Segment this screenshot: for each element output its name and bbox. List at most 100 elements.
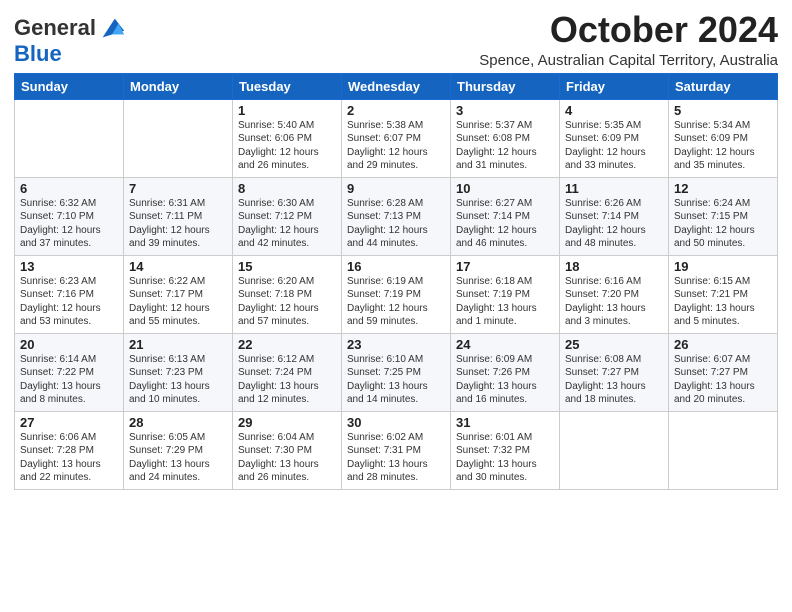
day-number: 2 bbox=[347, 103, 445, 118]
day-number: 21 bbox=[129, 337, 227, 352]
calendar-cell: 31Sunrise: 6:01 AM Sunset: 7:32 PM Dayli… bbox=[451, 411, 560, 489]
calendar-cell: 12Sunrise: 6:24 AM Sunset: 7:15 PM Dayli… bbox=[669, 177, 778, 255]
day-number: 26 bbox=[674, 337, 772, 352]
calendar-cell: 24Sunrise: 6:09 AM Sunset: 7:26 PM Dayli… bbox=[451, 333, 560, 411]
calendar-cell: 26Sunrise: 6:07 AM Sunset: 7:27 PM Dayli… bbox=[669, 333, 778, 411]
header-tuesday: Tuesday bbox=[233, 73, 342, 99]
day-info: Sunrise: 6:12 AM Sunset: 7:24 PM Dayligh… bbox=[238, 353, 336, 407]
month-title: October 2024 bbox=[479, 10, 778, 50]
calendar-cell: 14Sunrise: 6:22 AM Sunset: 7:17 PM Dayli… bbox=[124, 255, 233, 333]
header-wednesday: Wednesday bbox=[342, 73, 451, 99]
header-friday: Friday bbox=[560, 73, 669, 99]
day-info: Sunrise: 6:05 AM Sunset: 7:29 PM Dayligh… bbox=[129, 431, 227, 485]
day-number: 17 bbox=[456, 259, 554, 274]
day-number: 1 bbox=[238, 103, 336, 118]
day-number: 27 bbox=[20, 415, 118, 430]
day-info: Sunrise: 6:09 AM Sunset: 7:26 PM Dayligh… bbox=[456, 353, 554, 407]
calendar-week-4: 20Sunrise: 6:14 AM Sunset: 7:22 PM Dayli… bbox=[15, 333, 778, 411]
calendar-cell: 5Sunrise: 5:34 AM Sunset: 6:09 PM Daylig… bbox=[669, 99, 778, 177]
calendar-cell: 19Sunrise: 6:15 AM Sunset: 7:21 PM Dayli… bbox=[669, 255, 778, 333]
day-number: 30 bbox=[347, 415, 445, 430]
calendar-cell: 29Sunrise: 6:04 AM Sunset: 7:30 PM Dayli… bbox=[233, 411, 342, 489]
day-number: 13 bbox=[20, 259, 118, 274]
day-number: 6 bbox=[20, 181, 118, 196]
calendar-cell: 16Sunrise: 6:19 AM Sunset: 7:19 PM Dayli… bbox=[342, 255, 451, 333]
header: General Blue October 2024 Spence, Austra… bbox=[14, 10, 778, 69]
calendar-cell: 3Sunrise: 5:37 AM Sunset: 6:08 PM Daylig… bbox=[451, 99, 560, 177]
day-info: Sunrise: 6:13 AM Sunset: 7:23 PM Dayligh… bbox=[129, 353, 227, 407]
calendar-cell: 7Sunrise: 6:31 AM Sunset: 7:11 PM Daylig… bbox=[124, 177, 233, 255]
day-number: 9 bbox=[347, 181, 445, 196]
day-info: Sunrise: 6:07 AM Sunset: 7:27 PM Dayligh… bbox=[674, 353, 772, 407]
header-thursday: Thursday bbox=[451, 73, 560, 99]
day-number: 7 bbox=[129, 181, 227, 196]
logo-text-blue: Blue bbox=[14, 41, 62, 66]
day-number: 29 bbox=[238, 415, 336, 430]
calendar-cell: 10Sunrise: 6:27 AM Sunset: 7:14 PM Dayli… bbox=[451, 177, 560, 255]
day-info: Sunrise: 6:06 AM Sunset: 7:28 PM Dayligh… bbox=[20, 431, 118, 485]
day-number: 11 bbox=[565, 181, 663, 196]
day-info: Sunrise: 6:14 AM Sunset: 7:22 PM Dayligh… bbox=[20, 353, 118, 407]
day-info: Sunrise: 6:23 AM Sunset: 7:16 PM Dayligh… bbox=[20, 275, 118, 329]
day-number: 12 bbox=[674, 181, 772, 196]
day-number: 25 bbox=[565, 337, 663, 352]
calendar-cell: 8Sunrise: 6:30 AM Sunset: 7:12 PM Daylig… bbox=[233, 177, 342, 255]
calendar-cell: 23Sunrise: 6:10 AM Sunset: 7:25 PM Dayli… bbox=[342, 333, 451, 411]
day-info: Sunrise: 5:38 AM Sunset: 6:07 PM Dayligh… bbox=[347, 119, 445, 173]
day-info: Sunrise: 6:32 AM Sunset: 7:10 PM Dayligh… bbox=[20, 197, 118, 251]
day-info: Sunrise: 6:30 AM Sunset: 7:12 PM Dayligh… bbox=[238, 197, 336, 251]
day-number: 23 bbox=[347, 337, 445, 352]
calendar-header-row: Sunday Monday Tuesday Wednesday Thursday… bbox=[15, 73, 778, 99]
calendar-cell: 11Sunrise: 6:26 AM Sunset: 7:14 PM Dayli… bbox=[560, 177, 669, 255]
day-info: Sunrise: 6:10 AM Sunset: 7:25 PM Dayligh… bbox=[347, 353, 445, 407]
calendar-cell bbox=[669, 411, 778, 489]
day-info: Sunrise: 6:28 AM Sunset: 7:13 PM Dayligh… bbox=[347, 197, 445, 251]
day-number: 18 bbox=[565, 259, 663, 274]
day-info: Sunrise: 6:26 AM Sunset: 7:14 PM Dayligh… bbox=[565, 197, 663, 251]
day-info: Sunrise: 5:37 AM Sunset: 6:08 PM Dayligh… bbox=[456, 119, 554, 173]
day-info: Sunrise: 6:22 AM Sunset: 7:17 PM Dayligh… bbox=[129, 275, 227, 329]
calendar-week-5: 27Sunrise: 6:06 AM Sunset: 7:28 PM Dayli… bbox=[15, 411, 778, 489]
day-info: Sunrise: 6:24 AM Sunset: 7:15 PM Dayligh… bbox=[674, 197, 772, 251]
calendar: Sunday Monday Tuesday Wednesday Thursday… bbox=[14, 73, 778, 490]
header-monday: Monday bbox=[124, 73, 233, 99]
header-saturday: Saturday bbox=[669, 73, 778, 99]
day-info: Sunrise: 6:04 AM Sunset: 7:30 PM Dayligh… bbox=[238, 431, 336, 485]
day-number: 4 bbox=[565, 103, 663, 118]
day-info: Sunrise: 6:15 AM Sunset: 7:21 PM Dayligh… bbox=[674, 275, 772, 329]
calendar-cell: 17Sunrise: 6:18 AM Sunset: 7:19 PM Dayli… bbox=[451, 255, 560, 333]
logo: General Blue bbox=[14, 14, 126, 66]
day-info: Sunrise: 6:16 AM Sunset: 7:20 PM Dayligh… bbox=[565, 275, 663, 329]
day-number: 14 bbox=[129, 259, 227, 274]
day-info: Sunrise: 5:40 AM Sunset: 6:06 PM Dayligh… bbox=[238, 119, 336, 173]
day-info: Sunrise: 6:08 AM Sunset: 7:27 PM Dayligh… bbox=[565, 353, 663, 407]
day-info: Sunrise: 5:35 AM Sunset: 6:09 PM Dayligh… bbox=[565, 119, 663, 173]
calendar-cell: 25Sunrise: 6:08 AM Sunset: 7:27 PM Dayli… bbox=[560, 333, 669, 411]
day-number: 5 bbox=[674, 103, 772, 118]
day-info: Sunrise: 6:20 AM Sunset: 7:18 PM Dayligh… bbox=[238, 275, 336, 329]
calendar-cell bbox=[15, 99, 124, 177]
calendar-cell: 30Sunrise: 6:02 AM Sunset: 7:31 PM Dayli… bbox=[342, 411, 451, 489]
calendar-week-1: 1Sunrise: 5:40 AM Sunset: 6:06 PM Daylig… bbox=[15, 99, 778, 177]
day-info: Sunrise: 6:02 AM Sunset: 7:31 PM Dayligh… bbox=[347, 431, 445, 485]
day-number: 19 bbox=[674, 259, 772, 274]
title-block: October 2024 Spence, Australian Capital … bbox=[479, 10, 778, 69]
day-number: 31 bbox=[456, 415, 554, 430]
day-number: 15 bbox=[238, 259, 336, 274]
subtitle: Spence, Australian Capital Territory, Au… bbox=[479, 52, 778, 69]
calendar-cell: 9Sunrise: 6:28 AM Sunset: 7:13 PM Daylig… bbox=[342, 177, 451, 255]
calendar-cell: 28Sunrise: 6:05 AM Sunset: 7:29 PM Dayli… bbox=[124, 411, 233, 489]
day-number: 28 bbox=[129, 415, 227, 430]
calendar-cell bbox=[124, 99, 233, 177]
header-sunday: Sunday bbox=[15, 73, 124, 99]
day-number: 3 bbox=[456, 103, 554, 118]
calendar-cell: 27Sunrise: 6:06 AM Sunset: 7:28 PM Dayli… bbox=[15, 411, 124, 489]
calendar-cell: 20Sunrise: 6:14 AM Sunset: 7:22 PM Dayli… bbox=[15, 333, 124, 411]
calendar-cell bbox=[560, 411, 669, 489]
day-info: Sunrise: 6:31 AM Sunset: 7:11 PM Dayligh… bbox=[129, 197, 227, 251]
day-number: 10 bbox=[456, 181, 554, 196]
calendar-cell: 22Sunrise: 6:12 AM Sunset: 7:24 PM Dayli… bbox=[233, 333, 342, 411]
calendar-week-3: 13Sunrise: 6:23 AM Sunset: 7:16 PM Dayli… bbox=[15, 255, 778, 333]
day-number: 8 bbox=[238, 181, 336, 196]
logo-text-general: General bbox=[14, 16, 96, 40]
